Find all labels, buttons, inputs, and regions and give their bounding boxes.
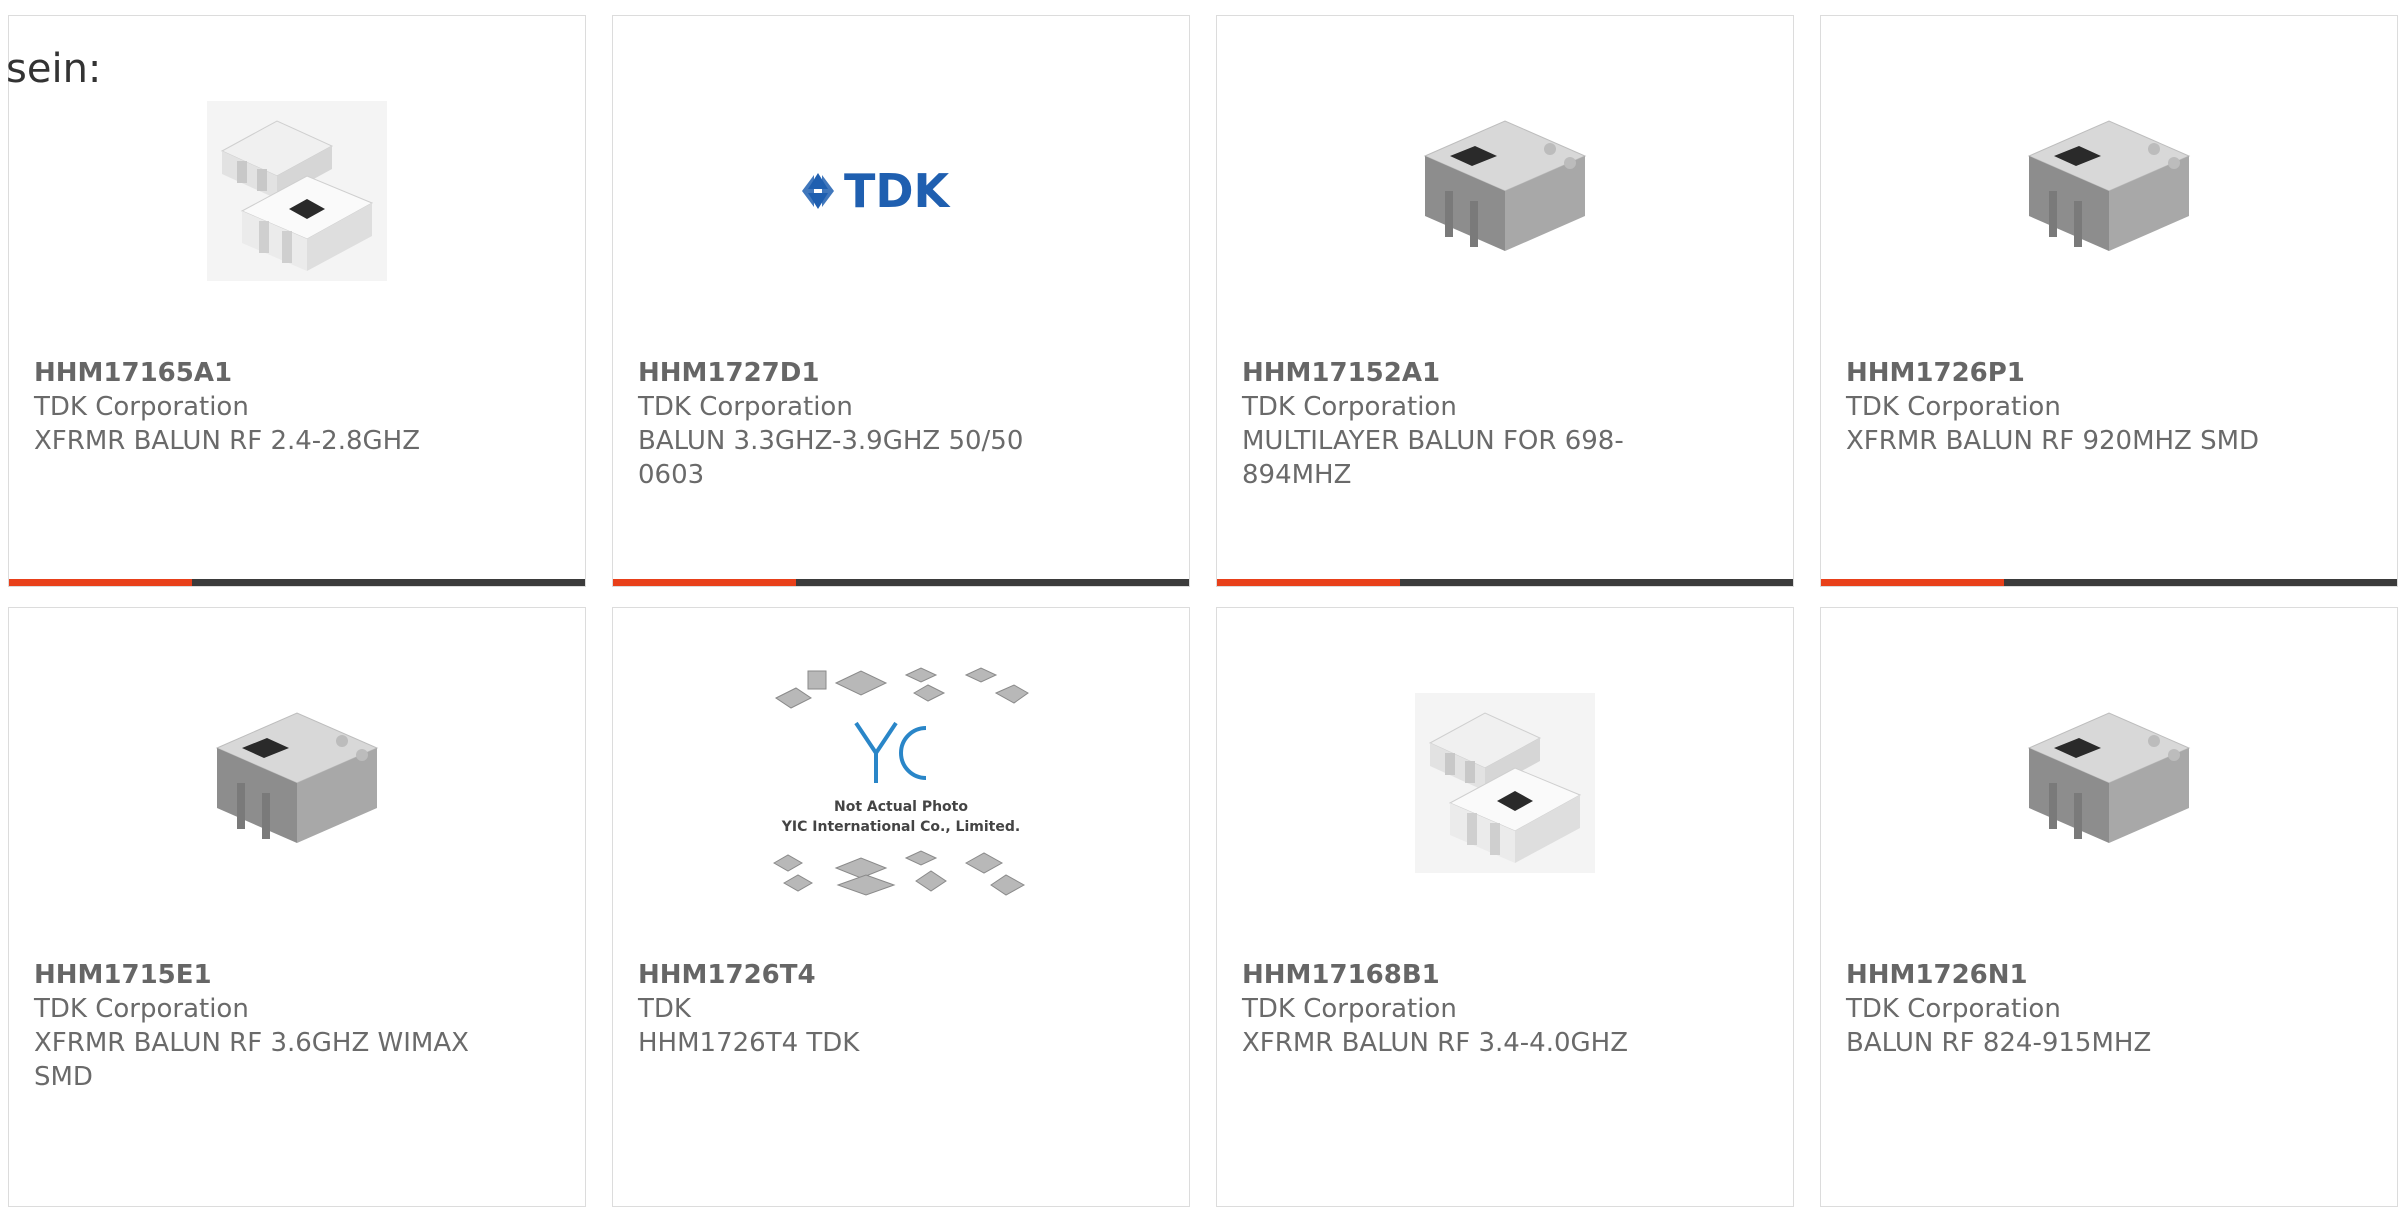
product-card[interactable]: TDK HHM1727D1 TDK Corporation BALUN 3.3G… (612, 15, 1190, 587)
part-number-link[interactable]: HHM1727D1 (638, 356, 1078, 390)
manufacturer: TDK Corporation (638, 392, 853, 422)
description: MULTILAYER BALUN FOR 698-894MHZ (1242, 426, 1624, 490)
product-card[interactable]: HHM1715E1 TDK Corporation XFRMR BALUN RF… (8, 607, 586, 1207)
part-number-link[interactable]: HHM17165A1 (34, 356, 474, 390)
product-info: HHM1726N1 TDK Corporation BALUN RF 824-9… (1846, 958, 2286, 1060)
product-info: HHM17152A1 TDK Corporation MULTILAYER BA… (1242, 356, 1682, 492)
description: XFRMR BALUN RF 3.4-4.0GHZ (1242, 1028, 1629, 1058)
product-grid: HHM17165A1 TDK Corporation XFRMR BALUN R… (8, 15, 2400, 1207)
manufacturer: TDK Corporation (1242, 392, 1457, 422)
product-card[interactable]: HHM17152A1 TDK Corporation MULTILAYER BA… (1216, 15, 1794, 587)
description: BALUN 3.3GHZ-3.9GHZ 50/50 0603 (638, 426, 1024, 490)
product-image[interactable] (1821, 76, 2397, 306)
manufacturer: TDK (638, 994, 691, 1024)
description: XFRMR BALUN RF 2.4-2.8GHZ (34, 426, 421, 456)
part-number-link[interactable]: HHM17152A1 (1242, 356, 1682, 390)
balun-chip-pair-icon (1415, 693, 1595, 873)
balun-chip-gray-icon (2027, 120, 2191, 251)
placeholder-line2: YIC International Co., Limited. (781, 819, 1020, 835)
part-number-link[interactable]: HHM1726T4 (638, 958, 1078, 992)
product-image[interactable] (9, 76, 585, 306)
balun-chip-gray-icon (2027, 712, 2191, 843)
manufacturer: TDK Corporation (34, 994, 249, 1024)
product-card[interactable]: Not Actual Photo YIC International Co., … (612, 607, 1190, 1207)
product-image[interactable] (9, 668, 585, 898)
tdk-logo-icon: TDK (802, 164, 952, 218)
manufacturer: TDK Corporation (1242, 994, 1457, 1024)
part-number-link[interactable]: HHM17168B1 (1242, 958, 1682, 992)
product-card[interactable]: HHM17165A1 TDK Corporation XFRMR BALUN R… (8, 15, 586, 587)
product-info: HHM1726T4 TDK HHM1726T4 TDK (638, 958, 1078, 1060)
manufacturer: TDK Corporation (34, 392, 249, 422)
progress-bar (613, 579, 1189, 586)
part-number-link[interactable]: HHM1726P1 (1846, 356, 2286, 390)
product-image[interactable] (1821, 668, 2397, 898)
product-image[interactable]: Not Actual Photo YIC International Co., … (613, 667, 1189, 898)
part-number-link[interactable]: HHM1726N1 (1846, 958, 2286, 992)
product-info: HHM1727D1 TDK Corporation BALUN 3.3GHZ-3… (638, 356, 1078, 492)
placeholder-line1: Not Actual Photo (834, 799, 968, 815)
section-heading: sein: (6, 46, 102, 92)
product-info: HHM1715E1 TDK Corporation XFRMR BALUN RF… (34, 958, 474, 1094)
description: BALUN RF 824-915MHZ (1846, 1028, 2152, 1058)
progress-bar (1217, 579, 1793, 586)
description: XFRMR BALUN RF 920MHZ SMD (1846, 426, 2260, 456)
balun-chip-pair-icon (207, 101, 387, 281)
product-image[interactable] (1217, 76, 1793, 306)
product-card[interactable]: HHM1726P1 TDK Corporation XFRMR BALUN RF… (1820, 15, 2398, 587)
tdk-logo-text: TDK (844, 164, 952, 218)
product-image[interactable] (1217, 668, 1793, 898)
product-info: HHM17165A1 TDK Corporation XFRMR BALUN R… (34, 356, 474, 458)
manufacturer: TDK Corporation (1846, 994, 2061, 1024)
product-card[interactable]: HHM1726N1 TDK Corporation BALUN RF 824-9… (1820, 607, 2398, 1207)
balun-chip-gray-icon (215, 712, 379, 843)
yic-placeholder-icon: Not Actual Photo YIC International Co., … (772, 667, 1029, 896)
part-number-link[interactable]: HHM1715E1 (34, 958, 474, 992)
product-info: HHM1726P1 TDK Corporation XFRMR BALUN RF… (1846, 356, 2286, 458)
manufacturer: TDK Corporation (1846, 392, 2061, 422)
product-card[interactable]: HHM17168B1 TDK Corporation XFRMR BALUN R… (1216, 607, 1794, 1207)
progress-bar (9, 579, 585, 586)
product-info: HHM17168B1 TDK Corporation XFRMR BALUN R… (1242, 958, 1682, 1060)
description: HHM1726T4 TDK (638, 1028, 860, 1058)
balun-chip-gray-icon (1423, 120, 1587, 251)
product-image[interactable]: TDK (613, 76, 1189, 306)
description: XFRMR BALUN RF 3.6GHZ WIMAX SMD (34, 1028, 469, 1092)
progress-bar (1821, 579, 2397, 586)
